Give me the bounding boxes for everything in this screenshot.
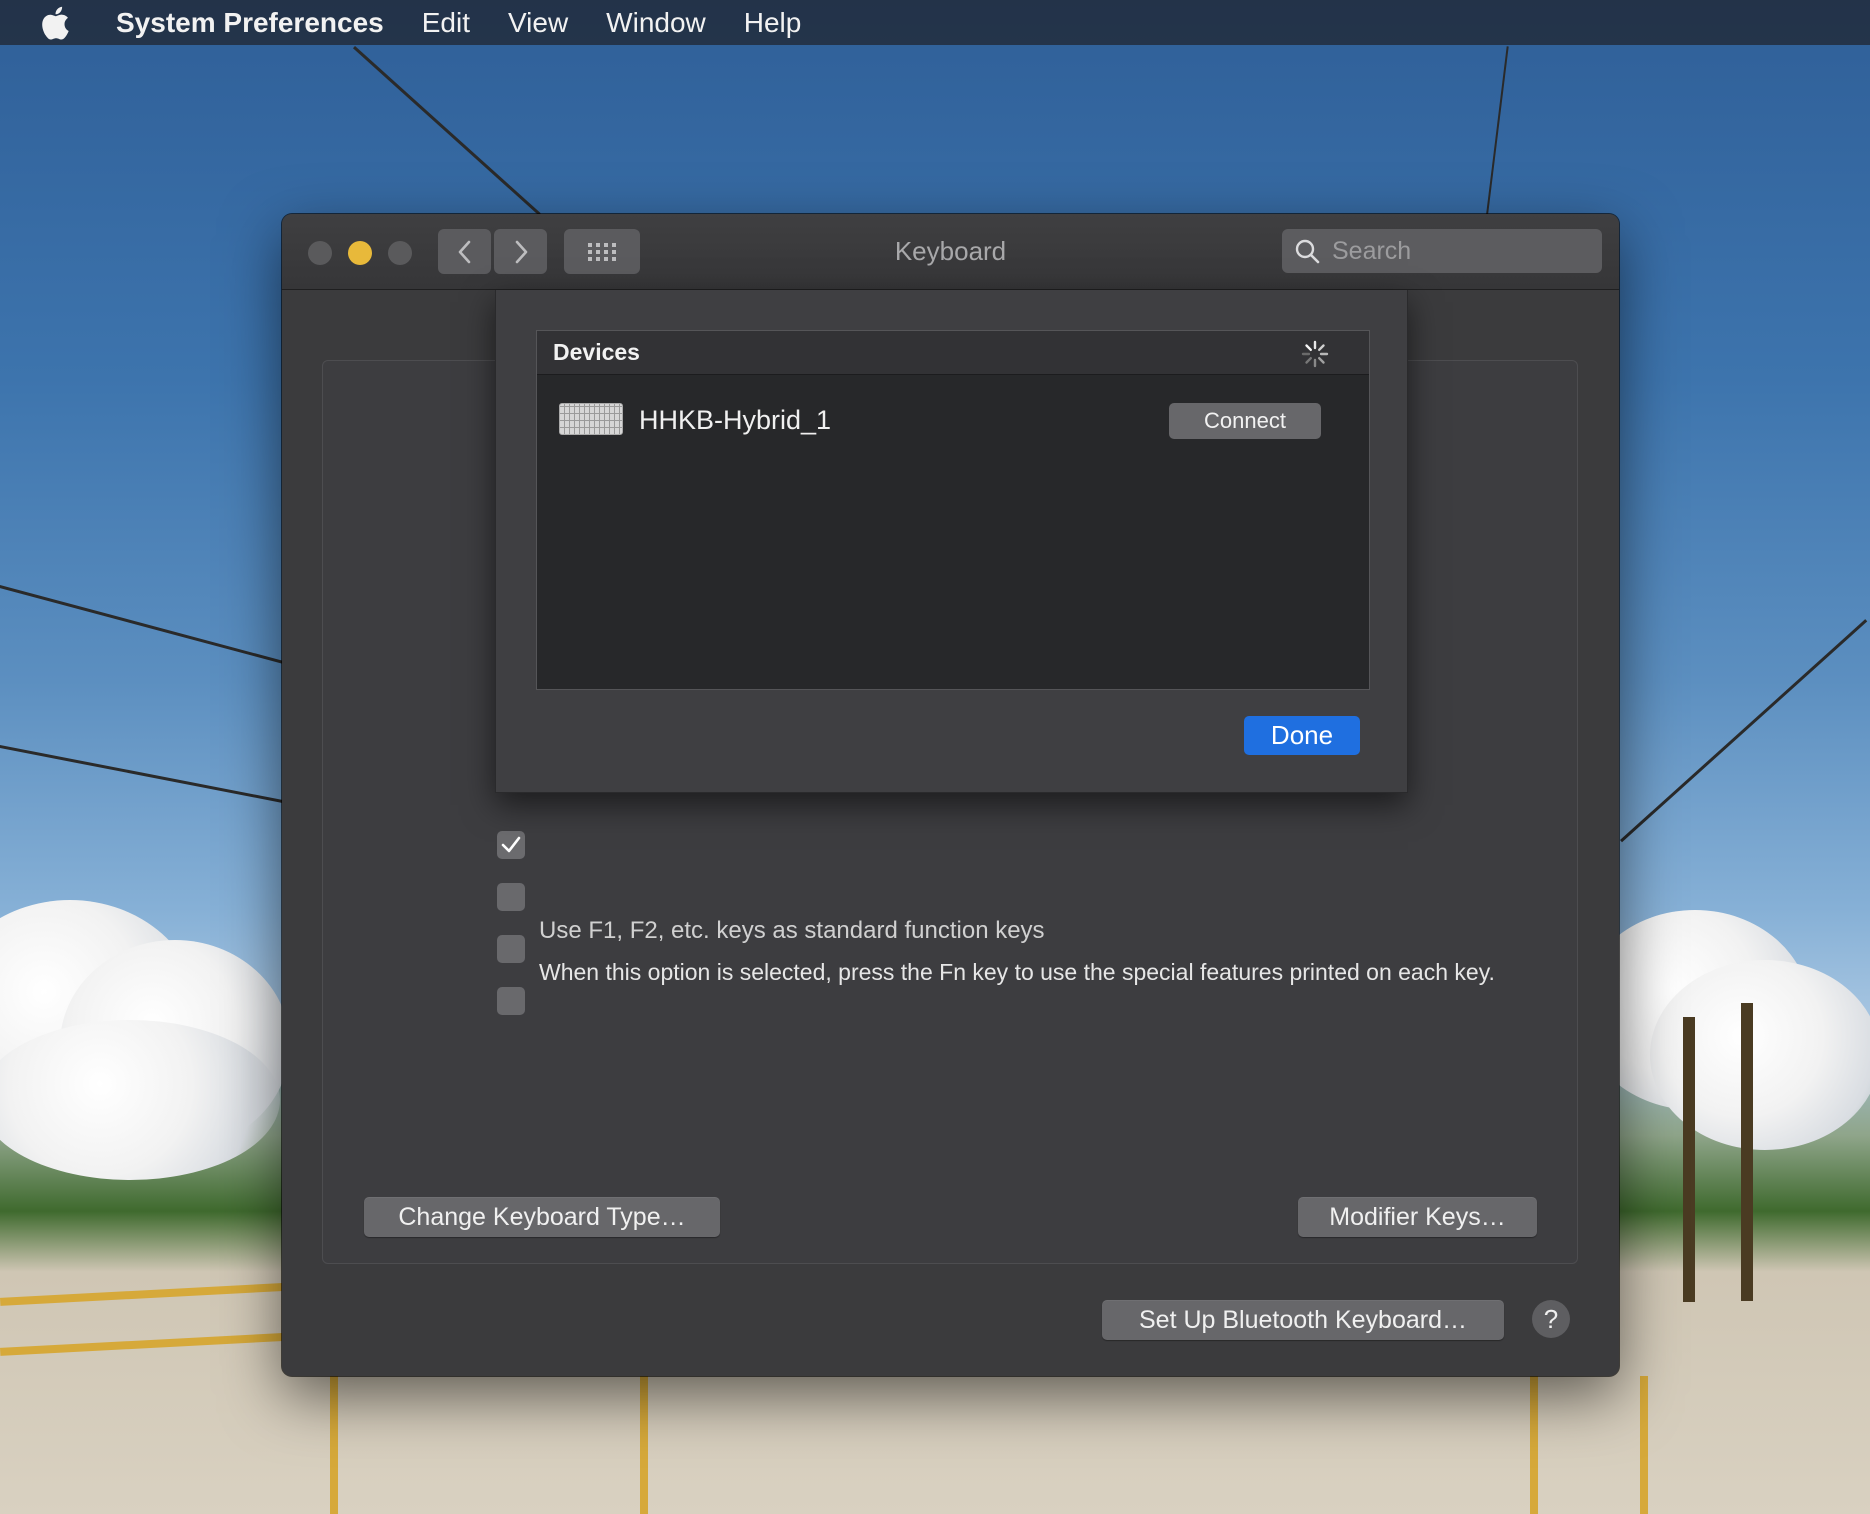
- checkmark-icon: [501, 836, 521, 853]
- done-button[interactable]: Done: [1244, 716, 1360, 755]
- menu-view[interactable]: View: [508, 7, 568, 39]
- apple-menu-icon[interactable]: [40, 5, 72, 41]
- search-field[interactable]: Search: [1282, 229, 1602, 273]
- function-keys-checkbox[interactable]: [497, 987, 525, 1015]
- menu-help[interactable]: Help: [744, 7, 802, 39]
- modifier-keys-button[interactable]: Modifier Keys…: [1298, 1197, 1537, 1237]
- loading-spinner-icon: [1301, 340, 1329, 368]
- menu-bar: System Preferences Edit View Window Help: [0, 0, 1870, 45]
- devices-header: Devices: [537, 331, 1369, 375]
- help-button[interactable]: ?: [1532, 1300, 1570, 1338]
- option-checkbox-1[interactable]: [497, 831, 525, 859]
- menu-app-name[interactable]: System Preferences: [116, 7, 384, 39]
- function-keys-label: Use F1, F2, etc. keys as standard functi…: [539, 917, 1045, 944]
- menu-window[interactable]: Window: [606, 7, 706, 39]
- function-keys-description: When this option is selected, press the …: [539, 959, 1495, 985]
- option-checkbox-2[interactable]: [497, 883, 525, 911]
- connect-button[interactable]: Connect: [1169, 403, 1321, 439]
- keyboard-preferences-window: Keyboard Search Use F1, F2, etc. keys as…: [282, 214, 1619, 1376]
- search-icon: [1295, 239, 1320, 264]
- setup-bluetooth-keyboard-button[interactable]: Set Up Bluetooth Keyboard…: [1102, 1300, 1504, 1340]
- window-titlebar: Keyboard Search: [282, 214, 1619, 290]
- option-checkbox-3[interactable]: [497, 935, 525, 963]
- change-keyboard-type-button[interactable]: Change Keyboard Type…: [364, 1197, 720, 1237]
- keyboard-icon: [559, 403, 623, 435]
- menu-edit[interactable]: Edit: [422, 7, 470, 39]
- search-placeholder: Search: [1332, 236, 1412, 265]
- devices-list: Devices HHKB-Hybrid_1 Connect: [536, 330, 1370, 690]
- device-name: HHKB-Hybrid_1: [639, 405, 832, 435]
- bluetooth-devices-sheet: Devices HHKB-Hybrid_1 Connect Done: [495, 290, 1408, 793]
- devices-header-label: Devices: [553, 339, 640, 365]
- device-row[interactable]: HHKB-Hybrid_1 Connect: [537, 375, 1369, 463]
